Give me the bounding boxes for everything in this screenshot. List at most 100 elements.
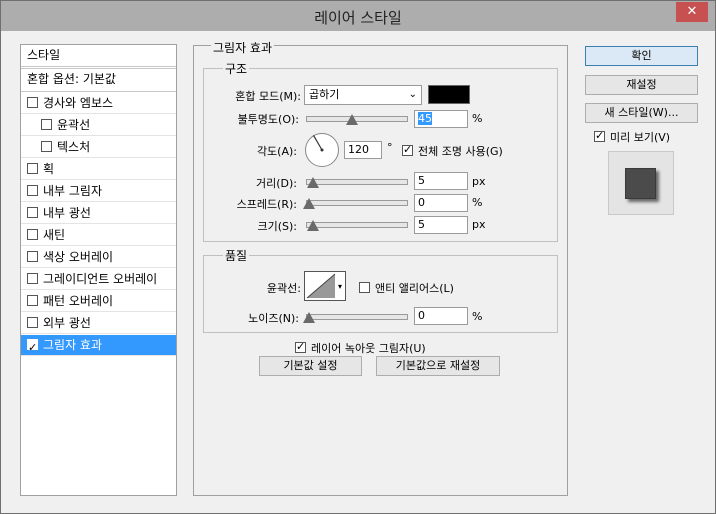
style-preview (608, 151, 674, 215)
style-item-label: 내부 광선 (43, 206, 91, 220)
contour-linear-icon: ▾ (306, 273, 342, 299)
contour-picker[interactable]: ▾ (304, 271, 346, 301)
distance-input[interactable]: 5 (414, 172, 468, 190)
angle-needle (312, 134, 324, 152)
noise-slider[interactable] (306, 314, 408, 320)
opacity-unit: % (472, 112, 483, 125)
shadow-color-swatch[interactable] (428, 85, 470, 104)
layer-style-dialog: 레이어 스타일 ✕ 스타일 혼합 옵션: 기본값 경사와 엠보스 윤곽선 텍스처 획 내… (0, 0, 716, 514)
new-style-button[interactable]: 새 스타일(W)... (585, 103, 698, 123)
ok-button[interactable]: 확인 (585, 46, 698, 66)
knockout-checkbox[interactable]: 레이어 녹아웃 그림자(U) (295, 340, 426, 356)
style-item-checkbox[interactable] (27, 273, 38, 284)
style-list-header[interactable]: 스타일 (21, 45, 176, 67)
style-item-label: 색상 오버레이 (43, 250, 114, 264)
spread-input[interactable]: 0 (414, 194, 468, 212)
style-item-checkbox[interactable] (27, 207, 38, 218)
style-item-label: 획 (43, 162, 55, 176)
style-item-checkbox[interactable] (41, 119, 52, 130)
spread-slider[interactable] (306, 200, 408, 206)
distance-slider-thumb[interactable] (307, 177, 319, 188)
distance-unit: px (472, 175, 486, 188)
style-list-item[interactable]: 새틴 (21, 225, 176, 246)
contour-label: 윤곽선: (266, 282, 301, 295)
style-list-item[interactable]: 그림자 효과 (21, 335, 176, 358)
size-slider-thumb[interactable] (307, 220, 319, 231)
style-list-item[interactable]: 색상 오버레이 (21, 247, 176, 268)
global-light-label: 전체 조명 사용(G) (418, 145, 503, 158)
window-title: 레이어 스타일 (314, 9, 402, 27)
blend-mode-label: 혼합 모드(M): (235, 90, 301, 103)
noise-unit: % (472, 310, 483, 323)
preview-checkbox[interactable]: 미리 보기(V) (594, 129, 670, 145)
style-list-item[interactable]: 윤곽선 (21, 115, 176, 136)
angle-label: 각도(A): (256, 145, 297, 158)
blend-options-item[interactable]: 혼합 옵션: 기본값 (21, 68, 176, 92)
quality-title: 품질 (223, 247, 250, 264)
angle-input[interactable]: 120 (344, 141, 382, 159)
size-label: 크기(S): (257, 220, 297, 233)
angle-dial[interactable] (305, 133, 339, 167)
preview-check-box[interactable] (594, 129, 605, 142)
style-item-label: 텍스처 (57, 140, 91, 154)
noise-label: 노이즈(N): (248, 312, 299, 325)
style-item-checkbox[interactable] (27, 251, 38, 262)
opacity-slider-thumb[interactable] (346, 114, 358, 125)
style-item-label: 외부 광선 (43, 316, 91, 330)
size-input[interactable]: 5 (414, 216, 468, 234)
antialias-label: 앤티 앨리어스(L) (375, 282, 454, 295)
opacity-input[interactable]: 45 (414, 110, 468, 128)
style-item-checkbox[interactable] (27, 97, 38, 108)
style-item-checkbox[interactable] (27, 337, 38, 358)
close-icon[interactable]: ✕ (676, 2, 708, 22)
style-item-label: 경사와 엠보스 (43, 96, 114, 110)
style-item-label: 내부 그림자 (43, 184, 103, 198)
style-list-item[interactable]: 내부 광선 (21, 203, 176, 224)
size-slider[interactable] (306, 222, 408, 228)
style-list-item[interactable]: 그레이디언트 오버레이 (21, 269, 176, 290)
style-list-item[interactable]: 외부 광선 (21, 313, 176, 334)
style-item-label: 패턴 오버레이 (43, 294, 114, 308)
style-item-checkbox[interactable] (27, 295, 38, 306)
style-item-label: 그림자 효과 (43, 338, 103, 352)
antialias-checkbox[interactable]: 앤티 앨리어스(L) (359, 280, 454, 296)
antialias-check-box[interactable] (359, 282, 370, 293)
style-item-checkbox[interactable] (41, 141, 52, 152)
knockout-label: 레이어 녹아웃 그림자(U) (311, 342, 426, 355)
chevron-down-icon: ⌄ (408, 89, 417, 100)
style-list-item[interactable]: 텍스처 (21, 137, 176, 158)
spread-unit: % (472, 196, 483, 209)
spread-slider-thumb[interactable] (303, 198, 315, 209)
knockout-check-box[interactable] (295, 340, 306, 353)
style-list-item[interactable]: 획 (21, 159, 176, 180)
style-item-checkbox[interactable] (27, 317, 38, 328)
global-light-check-box[interactable] (402, 143, 413, 156)
preview-swatch (625, 168, 656, 199)
opacity-label: 불투명도(O): (237, 113, 299, 126)
style-item-label: 새틴 (43, 228, 66, 242)
style-item-checkbox[interactable] (27, 185, 38, 196)
style-list-item[interactable]: 경사와 엠보스 (21, 93, 176, 114)
distance-label: 거리(D): (256, 177, 297, 190)
preview-label: 미리 보기(V) (610, 131, 671, 144)
global-light-checkbox[interactable]: 전체 조명 사용(G) (402, 143, 503, 159)
distance-slider[interactable] (306, 179, 408, 185)
style-list: 스타일 혼합 옵션: 기본값 경사와 엠보스윤곽선텍스처 획내부 그림자내부 광선… (20, 44, 177, 496)
title-bar[interactable]: 레이어 스타일 ✕ (1, 1, 715, 31)
style-list-item[interactable]: 내부 그림자 (21, 181, 176, 202)
reset-default-button[interactable]: 기본값으로 재설정 (376, 356, 500, 376)
noise-input[interactable]: 0 (414, 307, 468, 325)
make-default-button[interactable]: 기본값 설정 (259, 356, 362, 376)
blend-mode-select[interactable]: 곱하기 ⌄ (304, 85, 422, 105)
reset-button[interactable]: 재설정 (585, 75, 698, 95)
style-list-item[interactable]: 패턴 오버레이 (21, 291, 176, 312)
angle-unit: ° (387, 141, 393, 154)
size-unit: px (472, 218, 486, 231)
structure-title: 구조 (223, 60, 250, 77)
spread-label: 스프레드(R): (236, 198, 297, 211)
blend-mode-value: 곱하기 (309, 88, 340, 101)
style-item-checkbox[interactable] (27, 163, 38, 174)
style-item-label: 윤곽선 (57, 118, 91, 132)
style-item-checkbox[interactable] (27, 229, 38, 240)
noise-slider-thumb[interactable] (303, 312, 315, 323)
